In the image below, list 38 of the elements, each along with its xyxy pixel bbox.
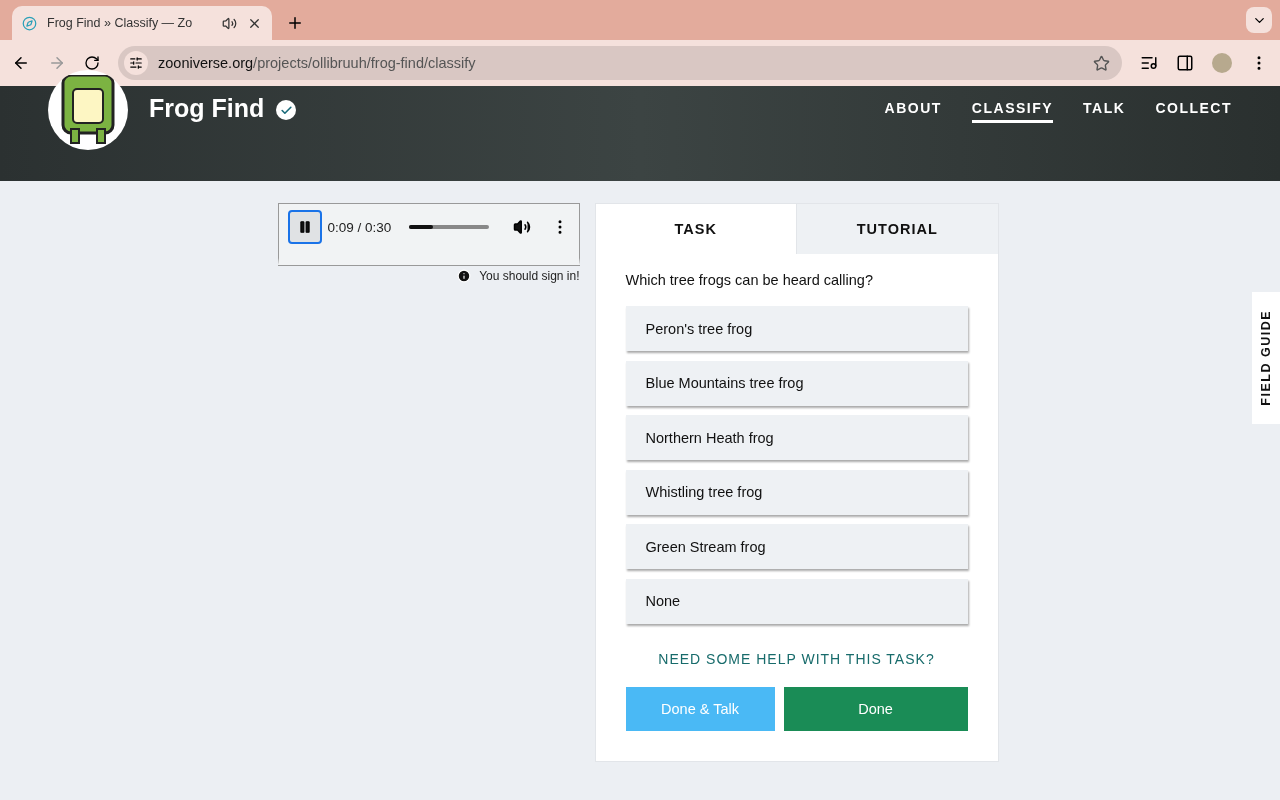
pause-icon xyxy=(297,220,312,234)
site-settings-icon xyxy=(124,51,148,75)
nav-link[interactable]: TALK xyxy=(1083,100,1126,123)
playback-time: 0:09 / 0:30 xyxy=(327,219,392,235)
back-icon[interactable] xyxy=(12,54,30,72)
tab-list-button[interactable] xyxy=(1246,7,1272,33)
help-link[interactable]: NEED SOME HELP WITH THIS TASK? xyxy=(658,651,935,667)
field-guide-tab[interactable]: FIELD GUIDE xyxy=(1252,292,1280,424)
url-text: zooniverse.org/projects/ollibruuh/frog-find/classify xyxy=(158,55,477,71)
tab-title: Frog Find » Classify — Zo xyxy=(47,16,194,30)
answer-option[interactable]: Green Stream frog xyxy=(625,524,968,569)
nav-link[interactable]: COLLECT xyxy=(1155,100,1232,123)
project-title: Frog Find xyxy=(149,94,265,123)
side-panel-icon[interactable] xyxy=(1176,54,1194,72)
speaker-icon xyxy=(222,15,237,31)
task-question: Which tree frogs can be heard calling? xyxy=(625,272,874,288)
new-tab-icon xyxy=(286,14,304,32)
media-control-icon[interactable] xyxy=(1140,54,1158,72)
nav-link[interactable]: CLASSIFY xyxy=(971,100,1054,123)
done-button[interactable]: Done xyxy=(783,687,968,731)
pause-button[interactable] xyxy=(287,210,322,244)
nav-link[interactable]: ABOUT xyxy=(884,100,942,123)
answer-option[interactable]: Peron's tree frog xyxy=(625,306,968,351)
bookmark-star-icon xyxy=(1093,54,1110,72)
verified-check-icon xyxy=(276,100,297,120)
reload-icon[interactable] xyxy=(84,55,100,71)
answer-option[interactable]: Northern Heath frog xyxy=(625,415,968,460)
sign-in-notice: You should sign in! xyxy=(479,269,580,283)
answer-option[interactable]: Whistling tree frog xyxy=(625,469,968,515)
answer-option[interactable]: None xyxy=(625,578,968,624)
browser-tab[interactable]: Frog Find » Classify — Zo xyxy=(12,6,272,40)
answer-option[interactable]: Blue Mountains tree frog xyxy=(625,360,968,406)
address-bar[interactable]: zooniverse.org/projects/ollibruuh/frog-find/classify xyxy=(118,46,1122,80)
task-tab[interactable]: TUTORIAL xyxy=(796,204,998,254)
volume-icon[interactable] xyxy=(513,218,532,236)
seek-bar[interactable] xyxy=(409,225,490,229)
compass-icon xyxy=(22,15,37,31)
info-icon xyxy=(457,269,472,283)
